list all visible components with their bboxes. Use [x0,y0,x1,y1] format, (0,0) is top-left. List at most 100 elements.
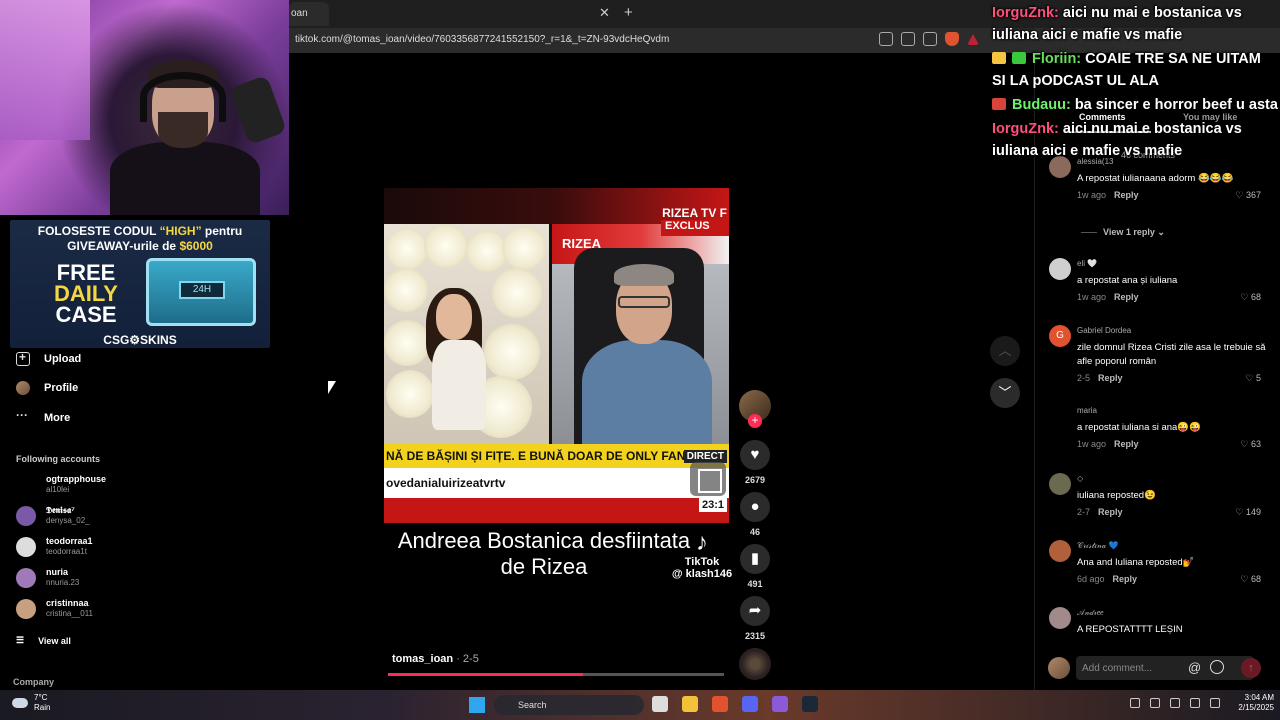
close-tab-icon[interactable]: ✕ [599,5,610,21]
sponsor-code-line: FOLOSESTE CODUL “HIGH” pentru [37,224,243,238]
send-comment-button[interactable]: ↑ [1241,658,1261,678]
chat-username: IorguZnk: [992,5,1059,21]
commenter-avatar[interactable] [1049,540,1071,562]
following-account[interactable]: nuria nnuria.23 [16,567,276,588]
heart-icon[interactable]: ♥ [740,440,770,470]
comment-date: 2-7 [1077,507,1091,517]
commenter-name[interactable]: 𝒞𝓇𝒾𝓈𝓉𝒾𝓃𝒶 💙 [1077,540,1271,552]
stream-chat-overlay: IorguZnk: aici nu mai e bostanica vs iul… [992,2,1278,164]
comment-meta: 1w ago Reply ♡ 367 [1077,190,1271,202]
comment-text: Ana and Iuliana reposted💅 [1077,557,1195,568]
commenter-avatar[interactable] [1049,473,1071,495]
video-player[interactable]: RIZEA TV F RIZEA EXCLUS NĂ DE BĂȘINI ȘI … [384,188,729,523]
commenter-name[interactable]: ◇ [1077,473,1271,485]
chat-username: IorguZnk: [992,121,1059,137]
browser-tab[interactable]: oan [289,2,329,26]
following-account[interactable]: teodorraa1 teodorraa1t [16,536,276,557]
task-view-icon[interactable] [652,696,668,712]
account-username: teodorraa1t [46,547,87,556]
sidebar-item-profile[interactable]: Profile [16,381,78,395]
account-name: 𝕯𝖊𝖓𝖎𝖘𝖆⁷ [46,505,75,515]
reply-button[interactable]: Reply [1098,507,1123,517]
brave-shield-icon[interactable] [945,32,959,46]
file-explorer-icon[interactable] [682,696,698,712]
cast-icon[interactable] [901,32,915,46]
reply-button[interactable]: Reply [1113,574,1138,584]
company-link[interactable]: Company [13,677,54,687]
sidebar-item-more[interactable]: ··· More [16,409,70,425]
bookmark-icon[interactable]: ▮ [740,544,770,574]
brave-browser-icon[interactable] [712,696,728,712]
new-tab-icon[interactable]: + [624,4,633,21]
commenter-name[interactable]: eli 🤍 [1077,258,1271,270]
comment-likes[interactable]: ♡ 68 [1240,574,1261,585]
steam-icon[interactable] [802,696,818,712]
commenter-avatar[interactable] [1049,258,1071,280]
comment-likes[interactable]: ♡ 63 [1240,439,1261,450]
comment-date: 2-5 [1077,373,1091,383]
commenter-avatar[interactable]: G [1049,325,1071,347]
volume-icon[interactable] [1190,698,1200,708]
network-icon[interactable] [1210,698,1220,708]
following-account[interactable]: 𝕯𝖊𝖓𝖎𝖘𝖆⁷ denysa_02_ [16,505,276,526]
speaker-icon[interactable] [1150,698,1160,708]
discord-icon[interactable] [742,696,758,712]
tiktok-watermark: ♪ TikTok @ klash146 [671,529,733,581]
chat-username: Floriin: [1032,51,1082,67]
mouse-cursor-icon [328,381,336,394]
video-progress-bar[interactable] [388,673,724,676]
next-video-button[interactable]: ﹀ [990,378,1020,408]
previous-video-button[interactable]: ︿ [990,336,1020,366]
view-replies-button[interactable]: View 1 reply ⌄ [1081,227,1165,238]
url-field[interactable]: tiktok.com/@tomas_ioan/video/76033568772… [295,34,669,45]
share-action[interactable]: ➦ 2315 [738,596,772,641]
add-comment-bar: @ ↑ [1048,655,1268,681]
commenter-avatar[interactable] [1049,607,1071,629]
share-count: 2315 [744,631,766,641]
reply-button[interactable]: Reply [1114,439,1139,449]
following-account[interactable]: ogtrapphouse al10lei [16,474,276,495]
share-icon[interactable] [923,32,937,46]
commenter-name[interactable]: 𝒜𝓃𝒹𝓇𝑒𝑒 [1077,607,1271,619]
reply-button[interactable]: Reply [1098,373,1123,383]
comment-likes[interactable]: ♡ 68 [1240,292,1261,303]
reply-button[interactable]: Reply [1114,190,1139,200]
system-tray [1130,698,1220,708]
microphone-icon[interactable] [1170,698,1180,708]
music-disc-icon[interactable] [739,648,771,680]
share-arrow-icon[interactable]: ➦ [740,596,770,626]
like-action[interactable]: ♥ 2679 [738,440,772,485]
windows-start-icon[interactable] [469,697,485,713]
comment-icon[interactable]: ● [740,492,770,522]
commenter-avatar[interactable] [1049,405,1071,427]
comment-likes[interactable]: ♡ 149 [1235,507,1261,518]
weather-widget[interactable]: 7°C Rain [12,693,50,713]
tray-chevron-icon[interactable] [1130,698,1140,708]
view-all-following[interactable]: ☰ View all [16,635,71,646]
reply-button[interactable]: Reply [1114,292,1139,302]
following-account[interactable]: cristinnaa cristina__011 [16,598,276,619]
post-date: · 2-5 [453,653,479,665]
author-name[interactable]: tomas_ioan [392,653,453,665]
chat-message: IorguZnk: aici nu mai e bostanica vs iul… [992,2,1278,46]
commenter-name[interactable]: maria [1077,405,1271,417]
tracking-off-icon[interactable] [879,32,893,46]
add-comment-input[interactable] [1076,656,1254,680]
fullscreen-icon[interactable] [690,462,726,496]
comment-text: a repostat ana și iuliana [1077,275,1178,286]
taskbar-clock[interactable]: 3:04 AM 2/15/2025 [1230,693,1274,713]
brave-rewards-icon[interactable] [967,34,979,45]
app-grid-icon[interactable] [772,696,788,712]
emoji-icon[interactable] [1210,660,1224,674]
sidebar-item-upload[interactable]: Upload [16,350,81,366]
follow-plus-icon[interactable]: + [748,414,762,428]
comment-likes[interactable]: ♡ 367 [1235,190,1261,201]
mention-icon[interactable]: @ [1188,660,1201,675]
taskbar-search[interactable]: Search [494,695,644,715]
upload-icon [16,350,30,366]
account-name: cristinnaa [46,598,89,608]
comment-action[interactable]: ● 46 [738,492,772,537]
save-action[interactable]: ▮ 491 [738,544,772,589]
comment-likes[interactable]: ♡ 5 [1245,373,1261,384]
commenter-name[interactable]: Gabriel Dordea [1077,325,1271,337]
